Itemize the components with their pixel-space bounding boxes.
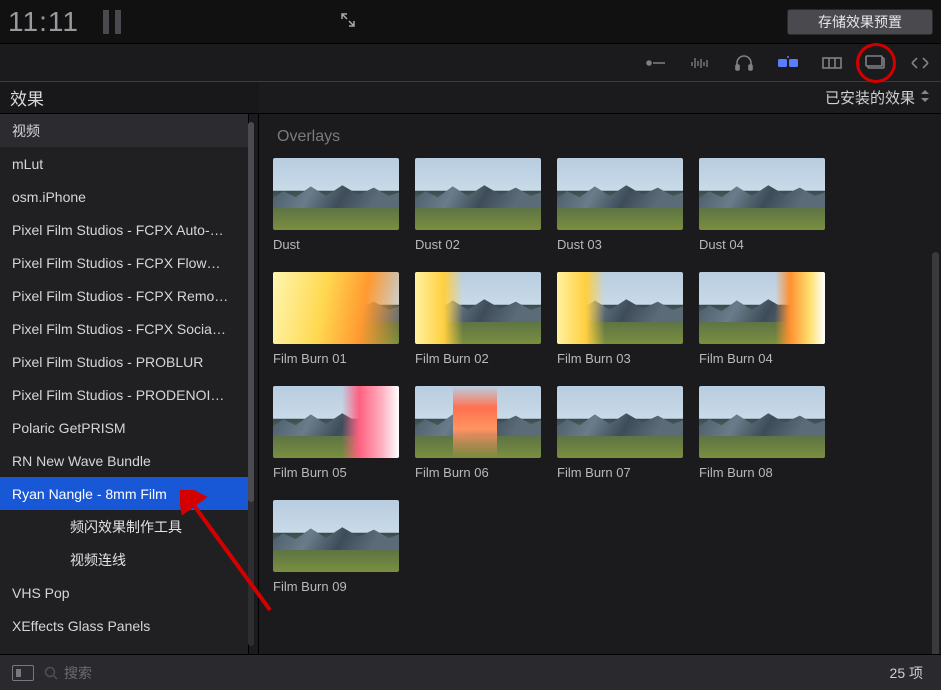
sidebar-item[interactable]: osm.iPhone xyxy=(0,180,248,213)
effect-thumbnail[interactable]: Film Burn 09 xyxy=(273,500,399,594)
sidebar-item[interactable]: Pixel Film Studios - FCPX Auto-… xyxy=(0,213,248,246)
effect-thumbnail[interactable]: Dust xyxy=(273,158,399,252)
grid-scrollbar-thumb[interactable] xyxy=(932,252,939,654)
media-browser-icon[interactable] xyxy=(865,54,887,72)
effect-thumbnail[interactable]: Film Burn 04 xyxy=(699,272,825,366)
effect-thumbnail[interactable]: Dust 03 xyxy=(557,158,683,252)
effect-label: Film Burn 05 xyxy=(273,465,399,480)
timeline-index-icon[interactable] xyxy=(909,54,931,72)
effect-thumbnail[interactable]: Film Burn 03 xyxy=(557,272,683,366)
effect-label: Film Burn 08 xyxy=(699,465,825,480)
effect-thumbnail[interactable]: Film Burn 06 xyxy=(415,386,541,480)
effect-thumbnail[interactable]: Dust 04 xyxy=(699,158,825,252)
effect-label: Film Burn 02 xyxy=(415,351,541,366)
library-toggle-icon[interactable] xyxy=(12,665,34,681)
sidebar-item[interactable]: Ryan Nangle - 8mm Film xyxy=(0,477,248,510)
effects-category-sidebar: 视频 mLutosm.iPhonePixel Film Studios - FC… xyxy=(0,114,248,654)
effect-label: Film Burn 07 xyxy=(557,465,683,480)
effect-thumbnail[interactable]: Dust 02 xyxy=(415,158,541,252)
sidebar-item[interactable]: Pixel Film Studios - FCPX Remo… xyxy=(0,279,248,312)
expand-icon[interactable] xyxy=(341,13,355,30)
effect-label: Film Burn 01 xyxy=(273,351,399,366)
sidebar-item[interactable]: Pixel Film Studios - PRODENOI… xyxy=(0,378,248,411)
sidebar-item[interactable]: VHS Pop xyxy=(0,576,248,609)
sidebar-scrollbar-thumb[interactable] xyxy=(248,122,254,502)
sidebar-item[interactable]: mLut xyxy=(0,147,248,180)
sidebar-item[interactable]: XEffects Glass Panels xyxy=(0,609,248,642)
effect-label: Film Burn 06 xyxy=(415,465,541,480)
effect-thumbnail[interactable]: Film Burn 05 xyxy=(273,386,399,480)
effect-label: Dust xyxy=(273,237,399,252)
effect-thumbnail[interactable]: Film Burn 02 xyxy=(415,272,541,366)
color-wheels-icon[interactable] xyxy=(645,54,667,72)
effect-thumbnail[interactable]: Film Burn 01 xyxy=(273,272,399,366)
sidebar-item[interactable]: Pixel Film Studios - FCPX Socia… xyxy=(0,312,248,345)
timecode-display: 11:11 xyxy=(8,6,79,38)
panel-title: 效果 xyxy=(0,82,259,113)
search-field[interactable]: 搜索 xyxy=(44,663,880,683)
installed-effects-dropdown[interactable]: 已安装的效果 xyxy=(259,87,941,108)
effect-label: Dust 04 xyxy=(699,237,825,252)
effect-label: Dust 03 xyxy=(557,237,683,252)
sidebar-item[interactable]: 频闪效果制作工具 xyxy=(0,510,248,543)
headphones-icon[interactable] xyxy=(733,54,755,72)
sidebar-item[interactable]: 视频连线 xyxy=(0,543,248,576)
effect-thumbnail[interactable]: Film Burn 07 xyxy=(557,386,683,480)
effect-label: Dust 02 xyxy=(415,237,541,252)
pause-icon[interactable] xyxy=(103,10,121,34)
transitions-browser-icon[interactable] xyxy=(821,54,843,72)
effect-thumbnail[interactable]: Film Burn 08 xyxy=(699,386,825,480)
effects-group-title: Overlays xyxy=(277,128,927,146)
sidebar-item[interactable]: Pixel Film Studios - FCPX Flow… xyxy=(0,246,248,279)
chevron-updown-icon xyxy=(921,90,929,105)
effect-label: Film Burn 09 xyxy=(273,579,399,594)
sidebar-item[interactable]: RN New Wave Bundle xyxy=(0,444,248,477)
effect-label: Film Burn 03 xyxy=(557,351,683,366)
effects-grid: Dust Dust 02 Dust 03 Dust 04 Film Burn 01 Fil… xyxy=(273,158,927,594)
sidebar-section-video[interactable]: 视频 xyxy=(0,114,248,147)
save-effect-preset-button[interactable]: 存储效果预置 xyxy=(787,9,933,35)
effects-browser-icon[interactable] xyxy=(777,54,799,72)
audio-meters-icon[interactable] xyxy=(689,54,711,72)
sidebar-item[interactable]: Polaric GetPRISM xyxy=(0,411,248,444)
item-count: 25 项 xyxy=(890,663,923,683)
effect-label: Film Burn 04 xyxy=(699,351,825,366)
sidebar-item[interactable]: Pixel Film Studios - PROBLUR xyxy=(0,345,248,378)
search-placeholder: 搜索 xyxy=(64,663,92,683)
